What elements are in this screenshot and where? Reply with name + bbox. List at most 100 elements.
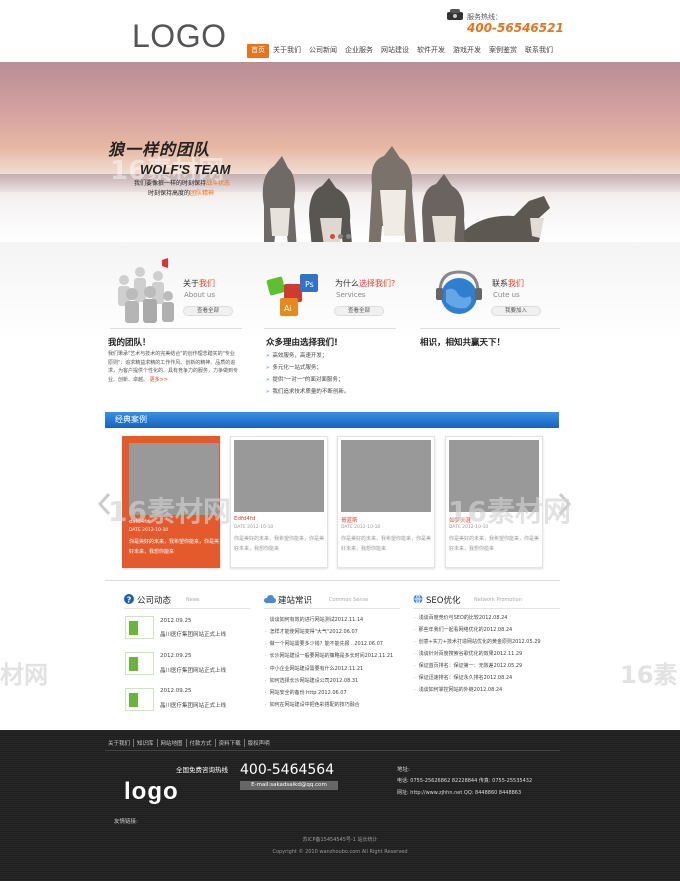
address-phone: 电话: 0755-25626862 82228844 传真: 0755-2553… — [397, 778, 533, 784]
address-web: 网址: http://www.zjhhn.net QQ: 8448860 844… — [397, 790, 522, 796]
icp-text: 苏ICP备15454545号-1 站长统计 — [302, 837, 378, 843]
seo-item[interactable]: 浅谈针对百度搜索谷歌优化的效果2012.11.29 — [414, 650, 523, 657]
footer-divider — [105, 750, 560, 751]
seo-item[interactable]: 创意+实力+技术打造网站优化的黄金原则2012.05.29 — [414, 638, 541, 645]
site-logo[interactable]: LOGO — [132, 18, 226, 55]
common-sense-item[interactable]: 长沙网站建设一般要网站的策略是多长时间2012.11.21 — [265, 652, 394, 659]
slider-dots — [330, 234, 351, 239]
common-sense-item[interactable]: 如何在网站建设中把色彩搭配的技巧融合 — [265, 701, 360, 708]
why-title-a: 为什么 — [335, 279, 359, 288]
case-description: 你是美好的未来，我希望你能来，你是美好未来，我想你能来 — [129, 539, 220, 555]
win-heading: 相识，相知共赢天下！ — [420, 338, 506, 348]
svg-text:Ai: Ai — [284, 304, 292, 313]
reason-item: 多元化一站式服务； — [266, 363, 322, 371]
news-title[interactable]: 晶川医疗集团网站正式上线 — [160, 630, 226, 638]
case-title: 哥蓝斯 — [341, 518, 358, 524]
divider — [124, 608, 250, 609]
news-date: 2012.09.25 — [160, 688, 192, 694]
case-description: 你是美好的未来，我希望你能来，你是美好未来，我想你能来 — [341, 536, 432, 552]
svg-text:?: ? — [127, 595, 132, 604]
software-cubes-icon: Ps Ai — [266, 274, 318, 316]
contact-title: 联系我们 — [492, 278, 524, 289]
common-sense-item[interactable]: 如何选择长沙网站建设公司2012.08.31 — [265, 677, 359, 684]
slider-dot-1[interactable] — [330, 234, 335, 239]
slider-dot-3[interactable] — [346, 234, 351, 239]
about-view-all-button[interactable]: 查看全部 — [183, 306, 233, 316]
contact-join-button[interactable]: 我要加入 — [491, 306, 541, 316]
nav-item-about[interactable]: 关于我们 — [269, 44, 305, 58]
seo-item[interactable]: 保证首页排名：保证第一：无效差2012.05.29 — [414, 662, 523, 669]
news-title[interactable]: 晶川医疗集团网站正式上线 — [160, 666, 226, 674]
contact-title-a: 联系 — [492, 279, 508, 288]
about-title: 关于我们 — [183, 278, 215, 289]
watermark: 16素 — [620, 661, 678, 689]
news-title[interactable]: 晶川医疗集团网站正式上线 — [160, 701, 226, 709]
common-sense-item[interactable]: 怎样才能使网站变得"大气"2012.06.07 — [265, 628, 358, 635]
nav-item-services[interactable]: 企业服务 — [341, 44, 377, 58]
why-title: 为什么选择我们? — [335, 278, 395, 289]
footer-link-sitemap[interactable]: 网站地图 — [158, 739, 187, 747]
news-thumbnail[interactable] — [125, 688, 154, 711]
hotline-number: 400-56546521 — [467, 21, 564, 35]
nav-item-cases[interactable]: 案例鉴赏 — [485, 44, 521, 58]
reason-item: 高效服务，高速开发； — [266, 351, 327, 359]
nav-item-games[interactable]: 游戏开发 — [449, 44, 485, 58]
news-date: 2012.09.25 — [160, 618, 192, 624]
news-thumbnail-image — [129, 693, 151, 707]
why-view-all-button[interactable]: 查看全部 — [334, 306, 384, 316]
footer-link-about[interactable]: 关于我们 — [108, 739, 135, 747]
phone-icon — [447, 9, 463, 20]
contact-subtitle: Cute us — [493, 291, 520, 299]
team-more-link[interactable]: 更多>> — [150, 377, 168, 383]
email-badge[interactable]: E-mail:sakadsaikd@qq.com — [240, 781, 338, 790]
footer — [0, 730, 680, 881]
company-news-en: News — [186, 597, 200, 603]
team-description: 我们秉承"艺术与技术的完美结合"的创作理念踏实的"专业原则"：追求精益求精的工作… — [108, 350, 238, 384]
watermark: 材网 — [0, 661, 48, 689]
nav-item-news[interactable]: 公司新闻 — [305, 44, 341, 58]
contact-title-b: 我们 — [508, 279, 524, 288]
seo-heading: SEO优化 — [426, 596, 461, 606]
banner-line-2-highlight: 团队精神 — [190, 190, 215, 197]
case-date: DATE 2012-10-10 — [341, 525, 381, 530]
case-date: DATE 2012-10-10 — [234, 525, 274, 530]
news-thumbnail[interactable] — [125, 652, 154, 675]
case-description: 你是美好的未来，我希望你能来，你是美好未来，我想你能来 — [234, 536, 325, 552]
common-sense-item[interactable]: 网站安全的备份 http 2012.06.07 — [265, 689, 347, 696]
footer-logo[interactable]: logo — [124, 778, 179, 806]
nav-item-home[interactable]: 首页 — [247, 44, 269, 58]
case-image — [341, 440, 431, 512]
hero-banner[interactable]: 16素材网 狼一样的团队 WOLF'S TEAM 我们要像狼一样的时刻保持战斗状… — [0, 62, 680, 242]
footer-links: 关于我们 知识库 网站地图 付款方式 资料下载 版权声明 — [108, 739, 273, 747]
headset-globe-icon — [436, 270, 482, 314]
seo-item[interactable]: 浅谈如何掌控网站的外链2012.08.24 — [414, 686, 503, 693]
about-title-a: 关于 — [183, 279, 199, 288]
seo-item[interactable]: 那些年我们一起看网络优化的2012.08.24 — [414, 626, 513, 633]
seo-item[interactable]: 保证迅速排名：保证永久排名2012.08.24 — [414, 674, 513, 681]
news-thumbnail[interactable] — [125, 616, 154, 639]
nav-item-web[interactable]: 网站建设 — [377, 44, 413, 58]
about-title-b: 我们 — [199, 279, 215, 288]
seo-item[interactable]: 浅谈百度竞价与SEO的比较2012.08.24 — [414, 614, 508, 621]
footer-link-knowledge[interactable]: 知识库 — [134, 739, 158, 747]
nav-item-software[interactable]: 软件开发 — [413, 44, 449, 58]
divider — [264, 608, 400, 609]
common-sense-item[interactable]: 谈谈如何有效的进行网站测试2012.11.14 — [265, 616, 364, 623]
footer-link-downloads[interactable]: 资料下载 — [216, 739, 245, 747]
reason-item: 我们追求技术质量的不断创新。 — [266, 387, 349, 395]
banner-line-1: 我们要像狼一样的时刻保持战斗状态 — [134, 178, 230, 187]
footer-link-copyright[interactable]: 版权声明 — [245, 739, 273, 747]
common-sense-item[interactable]: 中小企业网站建设需要有什么2012.11.21 — [265, 665, 364, 672]
slider-dot-2[interactable] — [338, 234, 343, 239]
common-sense-item[interactable]: 做一个网站需要多少钱？能不能先报 . 2012.06.07 — [265, 640, 383, 647]
banner-slogan-en: WOLF'S TEAM — [140, 162, 231, 177]
main-nav: 首页 关于我们 公司新闻 企业服务 网站建设 软件开发 游戏开发 案例鉴赏 联系… — [247, 44, 557, 58]
case-card[interactable]: Edfd4fd DATE 2012-10-10 你是美好的未来，我希望你能来，你… — [230, 436, 328, 568]
case-card[interactable]: 哥蓝斯 DATE 2012-10-10 你是美好的未来，我希望你能来，你是美好未… — [337, 436, 435, 568]
common-sense-heading: 建站常识 — [278, 596, 313, 606]
footer-link-payment[interactable]: 付款方式 — [187, 739, 216, 747]
nav-item-contact[interactable]: 联系我们 — [521, 44, 557, 58]
address-label: 地址: — [397, 767, 410, 773]
about-subtitle: About us — [184, 291, 216, 299]
svg-text:Ps: Ps — [305, 280, 314, 289]
